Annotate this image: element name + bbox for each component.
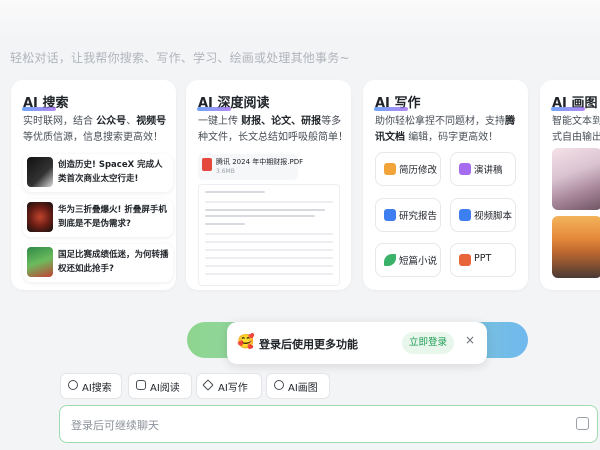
image-upload-icon[interactable] <box>576 417 589 430</box>
news-thumbnail <box>27 202 53 232</box>
desc-text: 智能文本到 <box>552 116 600 127</box>
desc-sep: 、 <box>126 116 137 127</box>
ai-search-card[interactable]: AI 搜索 实时联网，结合 公众号、视频号 等优质信源，信息搜索更高效！ 创造历… <box>11 80 176 290</box>
quick-ai-search-button[interactable]: AI搜索 <box>60 373 122 399</box>
login-button[interactable]: 立即登录 <box>402 332 454 354</box>
file-chip[interactable]: 腾讯 2024 年中期财报.PDF 3.6MB <box>198 154 303 180</box>
document-preview <box>198 184 340 286</box>
writing-option-resume[interactable]: 简历修改 <box>375 152 441 186</box>
file-size: 3.6MB <box>216 168 235 175</box>
top-background <box>0 0 600 40</box>
palette-icon <box>274 380 284 390</box>
writing-option-video-script[interactable]: 视频脚本 <box>450 198 516 232</box>
desc-text: 一键上传 <box>198 116 238 127</box>
file-name: 腾讯 2024 年中期财报.PDF <box>216 158 304 166</box>
sample-image-sunset[interactable] <box>552 216 600 278</box>
ppt-icon <box>459 254 471 266</box>
ai-painting-card[interactable]: AI 画图 智能文本到 式自由输出 <box>540 80 600 290</box>
desc-text: 实时联网，结合 <box>23 116 93 127</box>
toast-message: 登录后使用更多功能 <box>259 338 358 351</box>
ai-reading-card[interactable]: AI 深度阅读 一键上传 财报、论文、研报等多种文件，长文总结如呼吸般简单！ 腾… <box>186 80 351 290</box>
welcome-subtitle: 轻松对话，让我帮你搜索、写作、学习、绘画或处理其他事务~ <box>10 51 350 65</box>
writing-option-short-story[interactable]: 短篇小说 <box>375 243 441 277</box>
chat-input-placeholder: 登录后可继续聊天 <box>71 419 159 432</box>
smile-emoji-icon: 🥰 <box>237 334 255 350</box>
quick-ai-reading-button[interactable]: AI阅读 <box>128 373 192 399</box>
option-label: 短篇小说 <box>399 256 438 267</box>
desc-text: 助你轻松拿捏不同题材，支持 <box>375 116 505 127</box>
quick-ai-writing-button[interactable]: AI写作 <box>196 373 262 399</box>
login-toast: 🥰 登录后使用更多功能 立即登录 × <box>227 322 487 364</box>
book-icon <box>136 380 146 390</box>
leaf-icon <box>384 254 396 266</box>
video-script-icon <box>459 209 471 221</box>
card-description: 实时联网，结合 公众号、视频号 等优质信源，信息搜索更高效！ <box>23 114 176 146</box>
speech-icon <box>459 163 471 175</box>
title-underline <box>197 107 231 111</box>
pdf-icon <box>202 158 212 171</box>
close-icon[interactable]: × <box>465 333 475 347</box>
quick-ai-painting-button[interactable]: AI画图 <box>266 373 330 399</box>
desc-text: 等优质信源，信息搜索更高效！ <box>23 132 163 143</box>
desc-text: 式自由输出 <box>552 132 600 143</box>
card-description: 一键上传 财报、论文、研报等多种文件，长文总结如呼吸般简单！ <box>198 114 348 146</box>
ai-writing-card[interactable]: AI 写作 助你轻松拿捏不同题材，支持腾讯文档 编辑，码字更高效！ 简历修改 演… <box>363 80 528 290</box>
title-underline <box>551 107 585 111</box>
news-title: 华为三折叠爆火! 折叠屏手机到底是不是伪需求? <box>58 205 167 229</box>
card-description: 助你轻松拿捏不同题材，支持腾讯文档 编辑，码字更高效！ <box>375 114 523 146</box>
quick-action-label: AI搜索 <box>82 383 112 394</box>
option-label: 研究报告 <box>399 211 438 222</box>
writing-option-report[interactable]: 研究报告 <box>375 198 441 232</box>
desc-text: 编辑，码字更高效！ <box>408 132 499 143</box>
desc-bold: 公众号 <box>96 116 127 127</box>
news-title: 国足比赛成绩低迷，为何转播权还如此抢手? <box>58 250 169 274</box>
writing-option-ppt[interactable]: PPT <box>450 243 516 277</box>
pen-icon <box>202 379 214 391</box>
quick-action-label: AI画图 <box>288 383 318 394</box>
search-icon <box>68 380 78 390</box>
news-item[interactable]: 创造历史! SpaceX 完成人类首次商业太空行走! <box>23 154 173 192</box>
desc-bold: 财报、论文、研报 <box>241 116 322 127</box>
option-label: 简历修改 <box>399 165 438 176</box>
desc-bold: 视频号 <box>136 116 167 127</box>
report-icon <box>384 209 396 221</box>
news-title: 创造历史! SpaceX 完成人类首次商业太空行走! <box>58 160 163 184</box>
news-thumbnail <box>27 157 53 187</box>
news-item[interactable]: 国足比赛成绩低迷，为何转播权还如此抢手? <box>23 244 173 282</box>
news-item[interactable]: 华为三折叠爆火! 折叠屏手机到底是不是伪需求? <box>23 199 173 237</box>
chat-input[interactable]: 登录后可继续聊天 <box>59 405 598 443</box>
quick-action-label: AI阅读 <box>150 383 180 394</box>
title-underline <box>22 107 56 111</box>
sample-image-anime[interactable] <box>552 148 600 210</box>
option-label: 演讲稿 <box>474 165 503 176</box>
quick-action-label: AI写作 <box>218 383 248 394</box>
option-label: 视频脚本 <box>474 211 513 222</box>
card-description: 智能文本到 式自由输出 <box>552 114 600 146</box>
title-underline <box>374 107 408 111</box>
resume-icon <box>384 163 396 175</box>
writing-option-speech[interactable]: 演讲稿 <box>450 152 516 186</box>
news-thumbnail <box>27 247 53 277</box>
option-label: PPT <box>474 253 492 264</box>
